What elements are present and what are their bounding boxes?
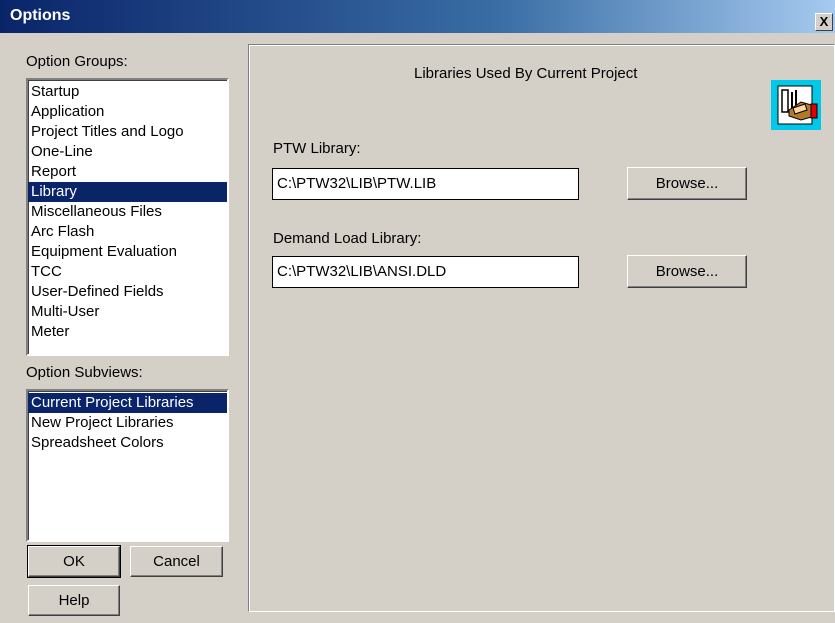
panel-heading: Libraries Used By Current Project bbox=[414, 65, 638, 82]
ptw-library-field[interactable]: C:\PTW32\LIB\PTW.LIB bbox=[272, 168, 579, 200]
demand-load-library-field[interactable]: C:\PTW32\LIB\ANSI.DLD bbox=[272, 256, 579, 288]
ok-button[interactable]: OK bbox=[27, 545, 121, 578]
window-title: Options bbox=[10, 7, 71, 24]
option-group-item[interactable]: Arc Flash bbox=[28, 222, 227, 242]
option-group-item[interactable]: TCC bbox=[28, 262, 227, 282]
help-button[interactable]: Help bbox=[28, 585, 120, 616]
option-group-item[interactable]: Report bbox=[28, 162, 227, 182]
option-subviews-list[interactable]: Current Project Libraries New Project Lib… bbox=[26, 389, 229, 542]
title-bar[interactable]: Options X bbox=[0, 0, 835, 33]
ptw-library-browse-button[interactable]: Browse... bbox=[627, 167, 747, 200]
option-subviews-label: Option Subviews: bbox=[26, 364, 143, 381]
cancel-button[interactable]: Cancel bbox=[130, 546, 223, 577]
close-button[interactable]: X bbox=[815, 13, 833, 31]
option-group-item[interactable]: Library bbox=[28, 182, 227, 202]
option-groups-label: Option Groups: bbox=[26, 53, 128, 70]
option-group-item[interactable]: One-Line bbox=[28, 142, 227, 162]
option-group-item[interactable]: Application bbox=[28, 102, 227, 122]
option-group-item[interactable]: Equipment Evaluation bbox=[28, 242, 227, 262]
option-group-item[interactable]: User-Defined Fields bbox=[28, 282, 227, 302]
option-group-item[interactable]: Multi-User bbox=[28, 302, 227, 322]
option-group-item[interactable]: Meter bbox=[28, 322, 227, 342]
ptw-library-label: PTW Library: bbox=[273, 140, 361, 157]
option-subview-item[interactable]: Current Project Libraries bbox=[28, 393, 227, 413]
demand-load-library-label: Demand Load Library: bbox=[273, 230, 422, 247]
option-subview-item[interactable]: New Project Libraries bbox=[28, 413, 227, 433]
option-groups-list[interactable]: Startup Application Project Titles and Log… bbox=[26, 78, 229, 356]
library-settings-panel bbox=[248, 44, 835, 612]
option-subview-item[interactable]: Spreadsheet Colors bbox=[28, 433, 227, 453]
option-group-item[interactable]: Project Titles and Logo bbox=[28, 122, 227, 142]
option-group-item[interactable]: Startup bbox=[28, 82, 227, 102]
option-group-item[interactable]: Miscellaneous Files bbox=[28, 202, 227, 222]
library-book-hand-icon bbox=[771, 80, 821, 130]
demand-load-library-browse-button[interactable]: Browse... bbox=[627, 255, 747, 288]
